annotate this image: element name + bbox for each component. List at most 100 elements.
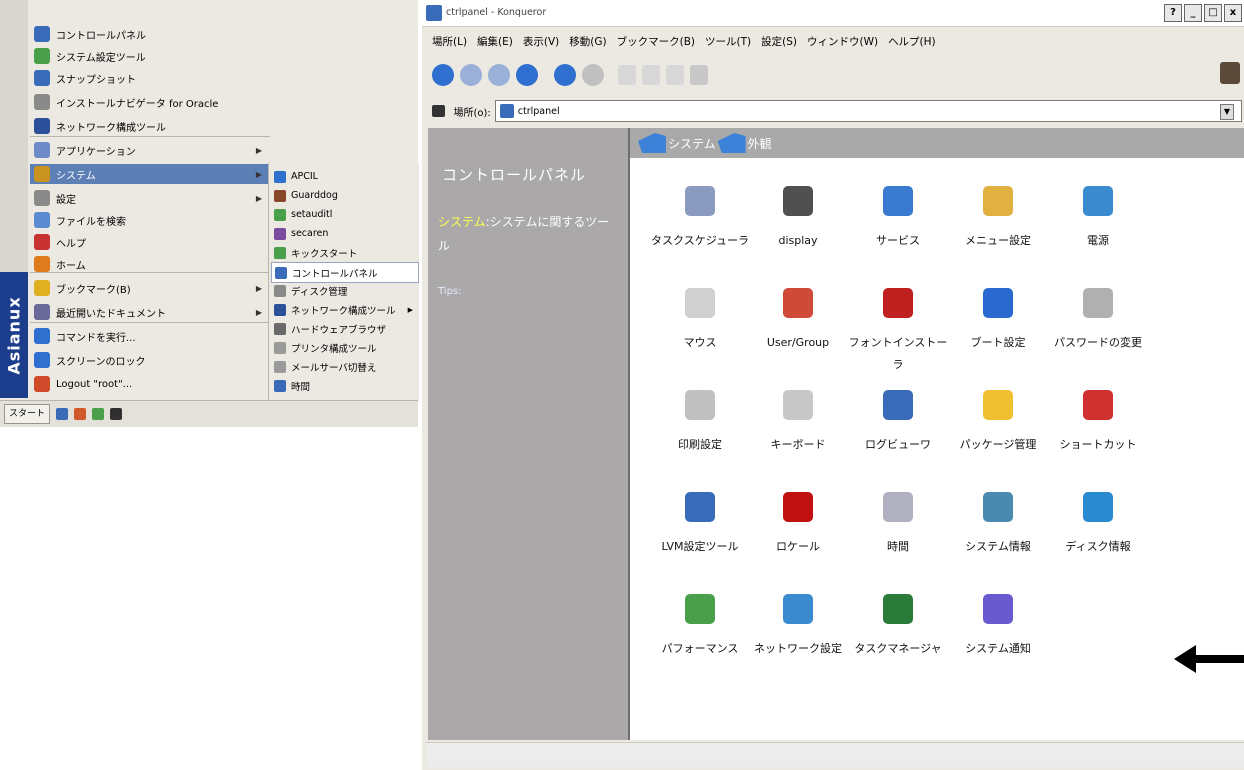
submenu-item[interactable]: プリンタ構成ツール [271, 338, 417, 357]
control-panel-item[interactable]: User/Group [748, 288, 848, 354]
help-button[interactable]: ? [1164, 4, 1182, 22]
start-menu-item[interactable]: コントロールパネル [30, 24, 270, 44]
status-bar [426, 742, 1244, 767]
control-panel-item-label: display [778, 234, 818, 247]
menu-4[interactable]: ブックマーク(B) [617, 34, 695, 49]
control-panel-item[interactable]: パスワードの変更 [1048, 288, 1148, 354]
start-menu-item[interactable]: Logout "root"... [30, 374, 270, 394]
tab-appearance[interactable]: 外観 [717, 133, 772, 153]
submenu-item[interactable]: APCIL [271, 167, 417, 186]
submenu-item[interactable]: キックスタート [271, 243, 417, 262]
title-bar[interactable]: ctrlpanel - Konqueror ? _ □ x [422, 0, 1244, 27]
tab-system[interactable]: システム [638, 133, 716, 153]
menu-8[interactable]: ヘルプ(H) [888, 34, 936, 49]
menu-6[interactable]: 設定(S) [761, 34, 797, 49]
control-panel-item[interactable]: タスクスケジューラ [650, 186, 750, 252]
reload-icon[interactable] [554, 64, 576, 86]
submenu-item[interactable]: メールサーバ切替え [271, 357, 417, 376]
start-menu-item[interactable]: アプリケーション ▶ [30, 140, 270, 160]
control-panel-item-icon [883, 186, 913, 216]
start-menu-item[interactable]: システム ▶ [30, 164, 270, 184]
terminal-icon[interactable] [110, 408, 123, 420]
control-panel-item[interactable]: 印刷設定 [650, 390, 750, 456]
nav-category-link[interactable]: システム [438, 215, 486, 229]
control-panel-item[interactable]: ディスク情報 [1048, 492, 1148, 558]
copy-icon[interactable] [642, 65, 660, 85]
control-panel-item[interactable]: ブート設定 [948, 288, 1048, 354]
submenu-item-label: ネットワーク構成ツール [291, 305, 396, 317]
start-menu-item[interactable]: 設定 ▶ [30, 188, 270, 208]
menu-item-label: Logout "root"... [56, 378, 133, 390]
start-menu-item[interactable]: ネットワーク構成ツール [30, 116, 270, 136]
menu-1[interactable]: 編集(E) [477, 34, 513, 49]
home-icon[interactable] [516, 64, 538, 86]
mail-icon[interactable] [92, 408, 105, 420]
control-panel-item[interactable]: メニュー設定 [948, 186, 1048, 252]
start-menu-item[interactable]: ファイルを検索 [30, 210, 270, 230]
desktop-icon[interactable] [56, 408, 69, 420]
print-icon[interactable] [690, 65, 708, 85]
control-panel-item[interactable]: キーボード [748, 390, 848, 456]
minimize-button[interactable]: _ [1184, 4, 1202, 22]
control-panel-item[interactable]: 電源 [1048, 186, 1148, 252]
stop-icon[interactable] [582, 64, 604, 86]
submenu-item[interactable]: setauditl [271, 205, 417, 224]
submenu-item-icon [274, 322, 286, 335]
control-panel-item[interactable]: 時間 [848, 492, 948, 558]
control-panel-item[interactable]: LVM設定ツール [650, 492, 750, 558]
menu-5[interactable]: ツール(T) [705, 34, 751, 49]
menu-item-label: コントロールパネル [56, 30, 146, 42]
back-icon[interactable] [460, 64, 482, 86]
start-menu-item[interactable]: スナップショット [30, 68, 270, 88]
control-panel-item[interactable]: ネットワーク設定 [748, 594, 848, 660]
submenu-item[interactable]: コントロールパネル [271, 262, 419, 283]
forward-icon[interactable] [488, 64, 510, 86]
start-menu-item[interactable]: ホーム [30, 254, 270, 274]
control-panel-item-label: ショートカット [1059, 438, 1137, 451]
submenu-item[interactable]: ハードウェアブラウザ [271, 319, 417, 338]
start-menu-item[interactable]: システム設定ツール [30, 46, 270, 66]
submenu-item[interactable]: ディスク管理 [271, 281, 417, 300]
location-input[interactable]: ctrlpanel [494, 100, 1242, 122]
start-button[interactable]: スタート [4, 404, 51, 424]
menu-0[interactable]: 場所(L) [432, 34, 467, 49]
toolbar [432, 60, 708, 90]
submenu-item[interactable]: ネットワーク構成ツール ▶ [271, 300, 417, 319]
submenu-item[interactable]: Guarddog [271, 186, 417, 205]
control-panel-item-icon [1083, 186, 1113, 216]
start-menu-item[interactable]: ブックマーク(B) ▶ [30, 278, 270, 298]
clear-location-icon[interactable] [432, 105, 446, 117]
control-panel-item[interactable]: ログビューワ [848, 390, 948, 456]
submenu-item-icon [274, 379, 286, 392]
paste-icon[interactable] [666, 65, 684, 85]
control-panel-item[interactable]: パッケージ管理 [948, 390, 1048, 456]
start-menu-item[interactable]: 最近開いたドキュメント ▶ [30, 302, 270, 322]
control-panel-item[interactable]: ショートカット [1048, 390, 1148, 456]
submenu-item[interactable]: 時間 [271, 376, 417, 395]
location-dropdown-icon[interactable]: ▼ [1220, 104, 1234, 120]
start-menu-item[interactable]: スクリーンのロック [30, 350, 270, 370]
control-panel-item[interactable]: display [748, 186, 848, 252]
menu-2[interactable]: 表示(V) [523, 34, 559, 49]
activity-icon [1220, 62, 1240, 84]
control-panel-item[interactable]: タスクマネージャ [848, 594, 948, 660]
up-icon[interactable] [432, 64, 454, 86]
control-panel-item[interactable]: フォントインストーラ [848, 288, 948, 376]
maximize-button[interactable]: □ [1204, 4, 1222, 22]
control-panel-item[interactable]: システム通知 [948, 594, 1048, 660]
browser-icon[interactable] [74, 408, 87, 420]
start-menu-item[interactable]: インストールナビゲータ for Oracle [30, 92, 270, 112]
control-panel-item[interactable]: マウス [650, 288, 750, 354]
start-menu: Asianux コントロールパネル システム設定ツール スナップショット インストール… [0, 0, 419, 427]
control-panel-item[interactable]: パフォーマンス [650, 594, 750, 660]
submenu-item[interactable]: secaren [271, 224, 417, 243]
start-menu-item[interactable]: コマンドを実行... [30, 326, 270, 346]
control-panel-item[interactable]: ロケール [748, 492, 848, 558]
start-menu-item[interactable]: ヘルプ [30, 232, 270, 252]
control-panel-item[interactable]: サービス [848, 186, 948, 252]
close-button[interactable]: x [1224, 4, 1242, 22]
control-panel-item[interactable]: システム情報 [948, 492, 1048, 558]
menu-3[interactable]: 移動(G) [569, 34, 606, 49]
menu-7[interactable]: ウィンドウ(W) [807, 34, 878, 49]
cut-icon[interactable] [618, 65, 636, 85]
